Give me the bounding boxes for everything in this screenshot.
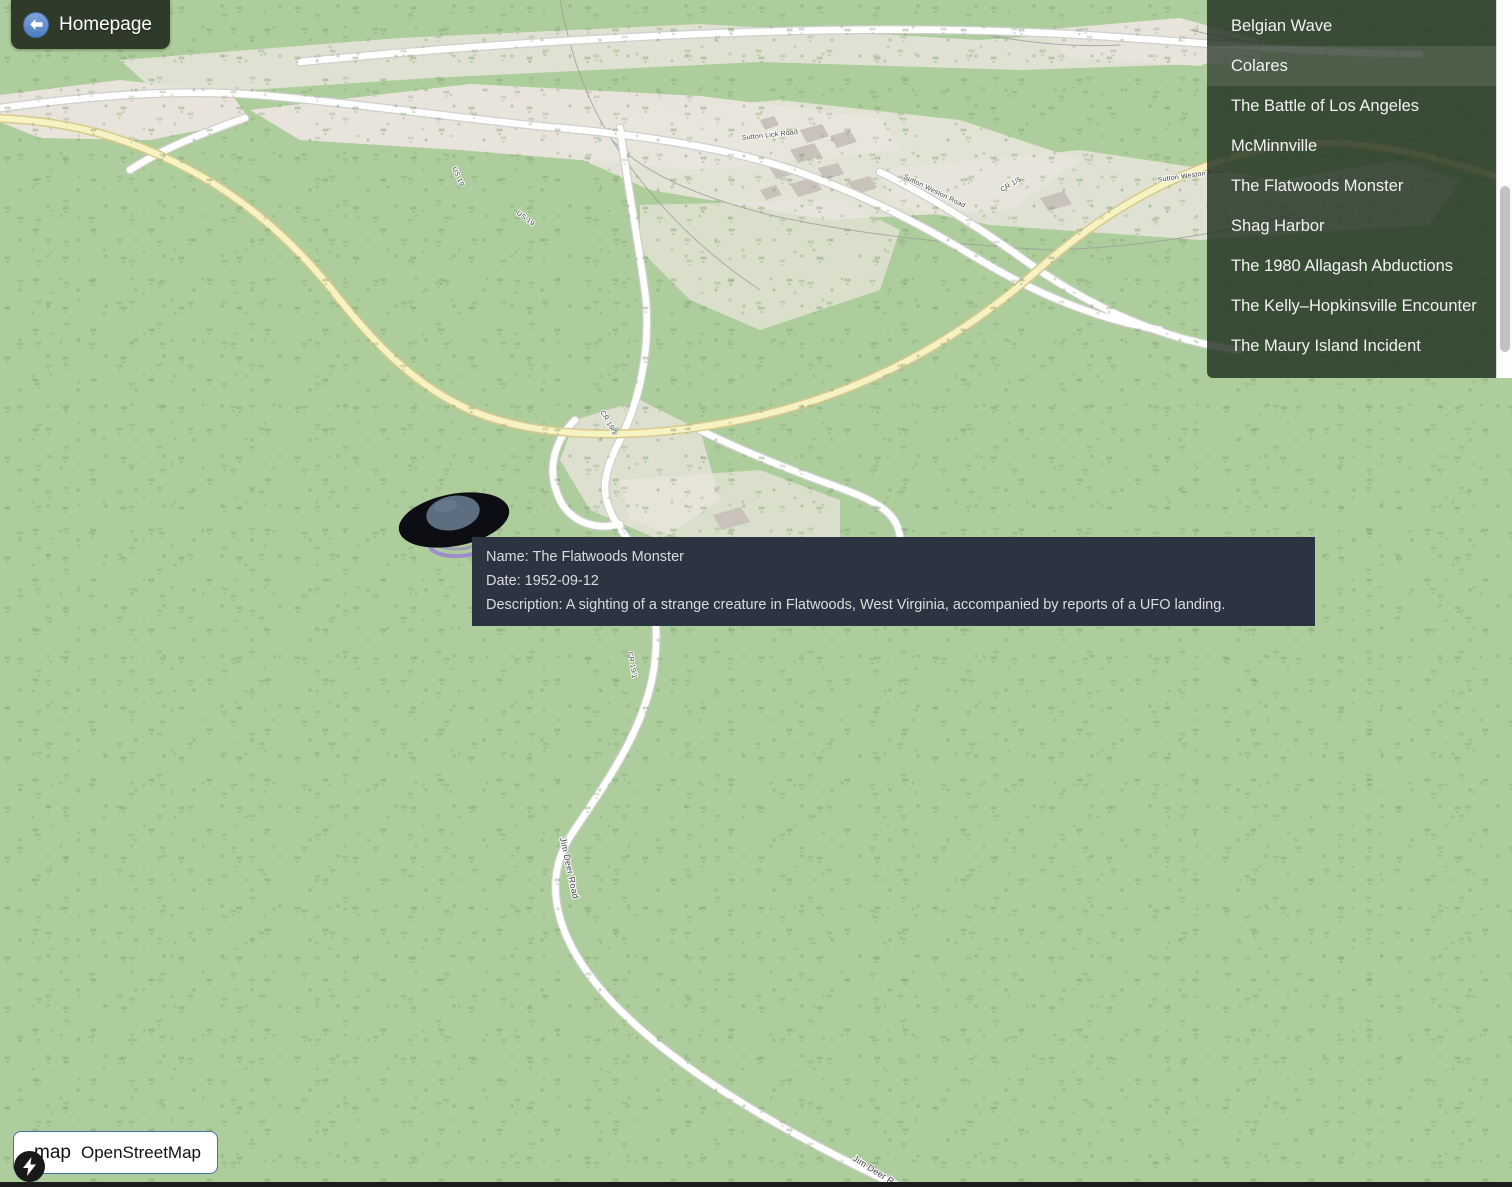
sighting-list-item[interactable]: Colares (1207, 46, 1505, 86)
sighting-list-item[interactable]: The 1980 Allagash Abductions (1207, 246, 1505, 286)
sighting-tooltip: Name: The Flatwoods Monster Date: 1952-0… (472, 537, 1315, 626)
sighting-list-item[interactable]: The Kelly–Hopkinsville Encounter (1207, 286, 1505, 326)
sighting-list-item[interactable]: Shag Harbor (1207, 206, 1505, 246)
tooltip-name-line: Name: The Flatwoods Monster (486, 546, 1301, 570)
attribution-provider-label: OpenStreetMap (81, 1143, 201, 1163)
sightings-list-panel[interactable]: Belgian WaveColaresThe Battle of Los Ang… (1207, 0, 1505, 378)
sightings-list: Belgian WaveColaresThe Battle of Los Ang… (1207, 6, 1505, 366)
bottom-edge-strip (0, 1182, 1512, 1187)
lightning-bolt-glyph (21, 1157, 38, 1176)
lightning-bolt-icon[interactable] (14, 1151, 45, 1182)
sighting-list-item[interactable]: The Flatwoods Monster (1207, 166, 1505, 206)
tooltip-date-line: Date: 1952-09-12 (486, 570, 1301, 594)
sighting-list-item[interactable]: The Battle of Los Angeles (1207, 86, 1505, 126)
panel-scrollbar-thumb[interactable] (1500, 186, 1510, 352)
sighting-list-item[interactable]: The Maury Island Incident (1207, 326, 1505, 366)
map-application: Jim Deer Road Jim Deer Road CR 19/1 CR 1… (0, 0, 1512, 1187)
homepage-button-label: Homepage (59, 15, 152, 34)
sighting-list-item[interactable]: Belgian Wave (1207, 6, 1505, 46)
tooltip-description-line: Description: A sighting of a strange cre… (486, 594, 1301, 618)
back-arrow-icon (23, 12, 49, 38)
back-arrow-glyph (29, 18, 44, 31)
panel-scrollbar[interactable] (1496, 0, 1512, 378)
sighting-list-item[interactable]: McMinnville (1207, 126, 1505, 166)
homepage-button[interactable]: Homepage (11, 0, 170, 49)
